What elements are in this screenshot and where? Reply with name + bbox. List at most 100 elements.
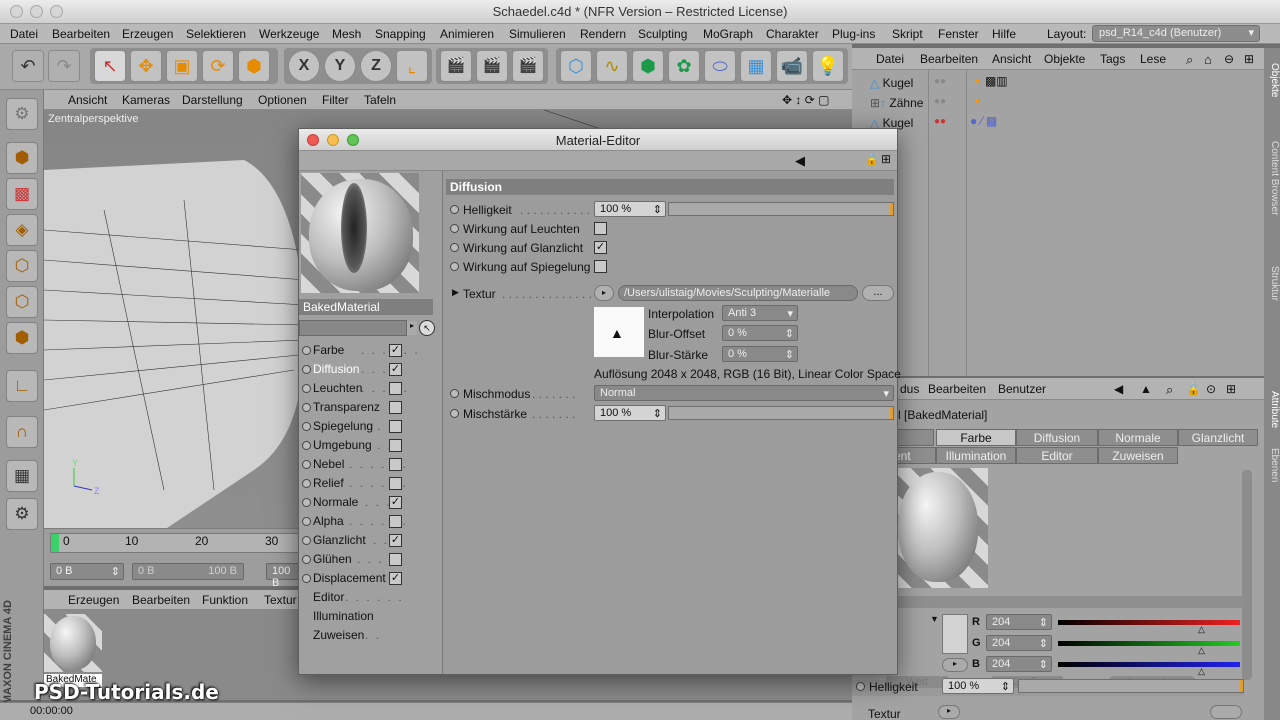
redo-icon[interactable]: ↷ bbox=[48, 50, 80, 82]
x-axis-lock-button[interactable]: X bbox=[288, 50, 320, 82]
mischmodus-dropdown[interactable]: Normal ▾ bbox=[594, 385, 894, 401]
matmgr-menu-bearbeiten[interactable]: Bearbeiten bbox=[132, 593, 190, 607]
color-swatch[interactable] bbox=[942, 614, 968, 654]
channel-gluehen-checkbox[interactable] bbox=[389, 553, 402, 566]
points-mode-icon[interactable]: ⬡ bbox=[6, 250, 38, 282]
objmgr-menu-objekte[interactable]: Objekte bbox=[1044, 52, 1085, 66]
tab-ebenen[interactable]: Ebenen bbox=[1264, 442, 1280, 488]
material-thumbnail[interactable] bbox=[44, 614, 102, 672]
textur-browse-button[interactable]: ... bbox=[862, 285, 894, 301]
material-tag-icons[interactable]: ● ⁄ ▩ bbox=[970, 114, 997, 128]
menu-sculpting[interactable]: Sculpting bbox=[638, 27, 687, 41]
picker-cursor-icon[interactable]: ↖ bbox=[419, 320, 435, 336]
menu-charakter[interactable]: Charakter bbox=[766, 27, 819, 41]
generator-icon[interactable]: ⬢ bbox=[632, 50, 664, 82]
channel-zuweisen[interactable]: Zuweisen . . bbox=[299, 626, 443, 645]
channel-alpha[interactable]: Alpha . . . . . . bbox=[299, 512, 443, 531]
attr-menu-benutzer[interactable]: Benutzer bbox=[998, 382, 1046, 396]
menu-hilfe[interactable]: Hilfe bbox=[992, 27, 1016, 41]
channel-farbe-checkbox[interactable]: ✓ bbox=[389, 344, 402, 357]
back-arrow-icon[interactable]: ◀ bbox=[1114, 382, 1123, 396]
play-icon[interactable]: ▸ bbox=[938, 705, 960, 719]
material-tag-icons[interactable]: 🔸▩▥ bbox=[970, 74, 1008, 88]
channel-transparenz[interactable]: Transparenz bbox=[299, 398, 443, 417]
channel-gluehen[interactable]: Glühen . . . . . bbox=[299, 550, 443, 569]
play-icon[interactable]: ▸ bbox=[407, 321, 417, 335]
channel-transparenz-checkbox[interactable] bbox=[389, 401, 402, 414]
menu-simulieren[interactable]: Simulieren bbox=[509, 27, 566, 41]
floor-icon[interactable]: ▦ bbox=[740, 50, 772, 82]
viewport-menu-tafeln[interactable]: Tafeln bbox=[364, 93, 396, 107]
polygons-mode-icon[interactable]: ⬢ bbox=[6, 322, 38, 354]
preview-range-field[interactable]: 0 B 100 B bbox=[132, 563, 244, 580]
objmgr-menu-bearbeiten[interactable]: Bearbeiten bbox=[920, 52, 978, 66]
lock-icon[interactable]: 🔒 bbox=[865, 153, 879, 166]
render-settings-icon[interactable]: 🎬 bbox=[512, 50, 544, 82]
keyframe-dot[interactable] bbox=[450, 205, 459, 214]
channel-diffusion[interactable]: Diffusion . . . ✓ bbox=[299, 360, 443, 379]
settings-icon[interactable]: ⊙ bbox=[1206, 382, 1216, 396]
workplane-lock-icon[interactable]: ▦ bbox=[6, 460, 38, 492]
deformer-icon[interactable]: ⬭ bbox=[704, 50, 736, 82]
z-axis-lock-button[interactable]: Z bbox=[360, 50, 392, 82]
keyframe-dot[interactable] bbox=[450, 262, 459, 271]
viewport-navigation-icons[interactable]: ✥ ↕ ⟳ ▢ bbox=[782, 93, 829, 107]
visibility-dots-icon[interactable]: ●● bbox=[934, 116, 946, 127]
green-value-field[interactable]: 204 ⇕ bbox=[986, 635, 1052, 651]
visibility-dots-icon[interactable]: ●● bbox=[934, 76, 946, 87]
y-axis-lock-button[interactable]: Y bbox=[324, 50, 356, 82]
blur-offset-field[interactable]: 0 % ⇕ bbox=[722, 325, 798, 341]
tab-struktur[interactable]: Struktur bbox=[1264, 254, 1280, 314]
camera-icon[interactable]: 📹 bbox=[776, 50, 808, 82]
objmgr-menu-ansicht[interactable]: Ansicht bbox=[992, 52, 1031, 66]
visibility-dots-icon[interactable]: ●● bbox=[934, 96, 946, 107]
new-panel-icon[interactable]: ⊞ bbox=[881, 152, 891, 166]
model-mode-icon[interactable]: ⬢ bbox=[6, 142, 38, 174]
home-icon[interactable]: ⌂ bbox=[1204, 52, 1212, 67]
channel-displacement[interactable]: Displacement ✓ bbox=[299, 569, 443, 588]
blue-slider-handle[interactable]: △ bbox=[1198, 666, 1205, 677]
move-icon[interactable]: ✥ bbox=[130, 50, 162, 82]
channel-relief-checkbox[interactable] bbox=[389, 477, 402, 490]
axis-mode-icon[interactable]: ∟ bbox=[6, 370, 38, 402]
collapse-icon[interactable]: ⊖ bbox=[1224, 52, 1234, 66]
tab-content-browser[interactable]: Content Browser bbox=[1264, 108, 1280, 248]
helligkeit-field[interactable]: 100 % ⇕ bbox=[594, 201, 666, 217]
new-panel-icon[interactable]: ⊞ bbox=[1244, 52, 1254, 66]
matmgr-menu-textur[interactable]: Textur bbox=[264, 593, 297, 607]
edges-mode-icon[interactable]: ⬡ bbox=[6, 286, 38, 318]
keyframe-dot[interactable] bbox=[450, 243, 459, 252]
make-editable-icon[interactable]: ⚙ bbox=[6, 98, 38, 130]
spline-icon[interactable]: ∿ bbox=[596, 50, 628, 82]
texture-thumbnail[interactable]: ▲ bbox=[594, 307, 644, 357]
matmgr-menu-funktion[interactable]: Funktion bbox=[202, 593, 248, 607]
channel-spiegelung-checkbox[interactable] bbox=[389, 420, 402, 433]
channel-glanzlicht[interactable]: Glanzlicht . . ✓ bbox=[299, 531, 443, 550]
cloner-icon[interactable]: ✿ bbox=[668, 50, 700, 82]
current-frame-field[interactable]: 0 B ⇕ bbox=[50, 563, 124, 580]
rotate-icon[interactable]: ⟳ bbox=[202, 50, 234, 82]
channel-spiegelung[interactable]: Spiegelung . . bbox=[299, 417, 443, 436]
menu-bearbeiten[interactable]: Bearbeiten bbox=[52, 27, 110, 41]
menu-mesh[interactable]: Mesh bbox=[332, 27, 361, 41]
back-arrow-icon[interactable]: ◀ bbox=[795, 153, 805, 169]
blur-staerke-field[interactable]: 0 % ⇕ bbox=[722, 346, 798, 362]
attr-textur-browse-button[interactable] bbox=[1210, 705, 1242, 719]
material-tag-icons[interactable]: 🔸 bbox=[970, 94, 985, 108]
channel-normale[interactable]: Normale . . . . ✓ bbox=[299, 493, 443, 512]
search-icon[interactable]: ⌕ bbox=[1166, 382, 1173, 398]
workplane-icon[interactable]: ◈ bbox=[6, 214, 38, 246]
objmgr-menu-lesezeichen[interactable]: Lese bbox=[1140, 52, 1166, 66]
object-row-kugel-1[interactable]: △ Kugel bbox=[870, 76, 913, 90]
expand-triangle-icon[interactable]: ▶ bbox=[452, 287, 459, 298]
viewport-menu-filter[interactable]: Filter bbox=[322, 93, 349, 107]
wirkung-glanzlicht-checkbox[interactable]: ✓ bbox=[594, 241, 607, 254]
coordinate-system-icon[interactable]: ⌞ bbox=[396, 50, 428, 82]
up-arrow-icon[interactable]: ▲ bbox=[1140, 382, 1152, 396]
attr-helligkeit-slider[interactable] bbox=[1018, 679, 1244, 693]
attr-tab-diffusion[interactable]: Diffusion bbox=[1016, 429, 1098, 446]
matmgr-menu-erzeugen[interactable]: Erzeugen bbox=[68, 593, 119, 607]
channel-nebel-checkbox[interactable] bbox=[389, 458, 402, 471]
tab-objekte[interactable]: Objekte bbox=[1264, 52, 1280, 108]
undo-icon[interactable]: ↶ bbox=[12, 50, 44, 82]
